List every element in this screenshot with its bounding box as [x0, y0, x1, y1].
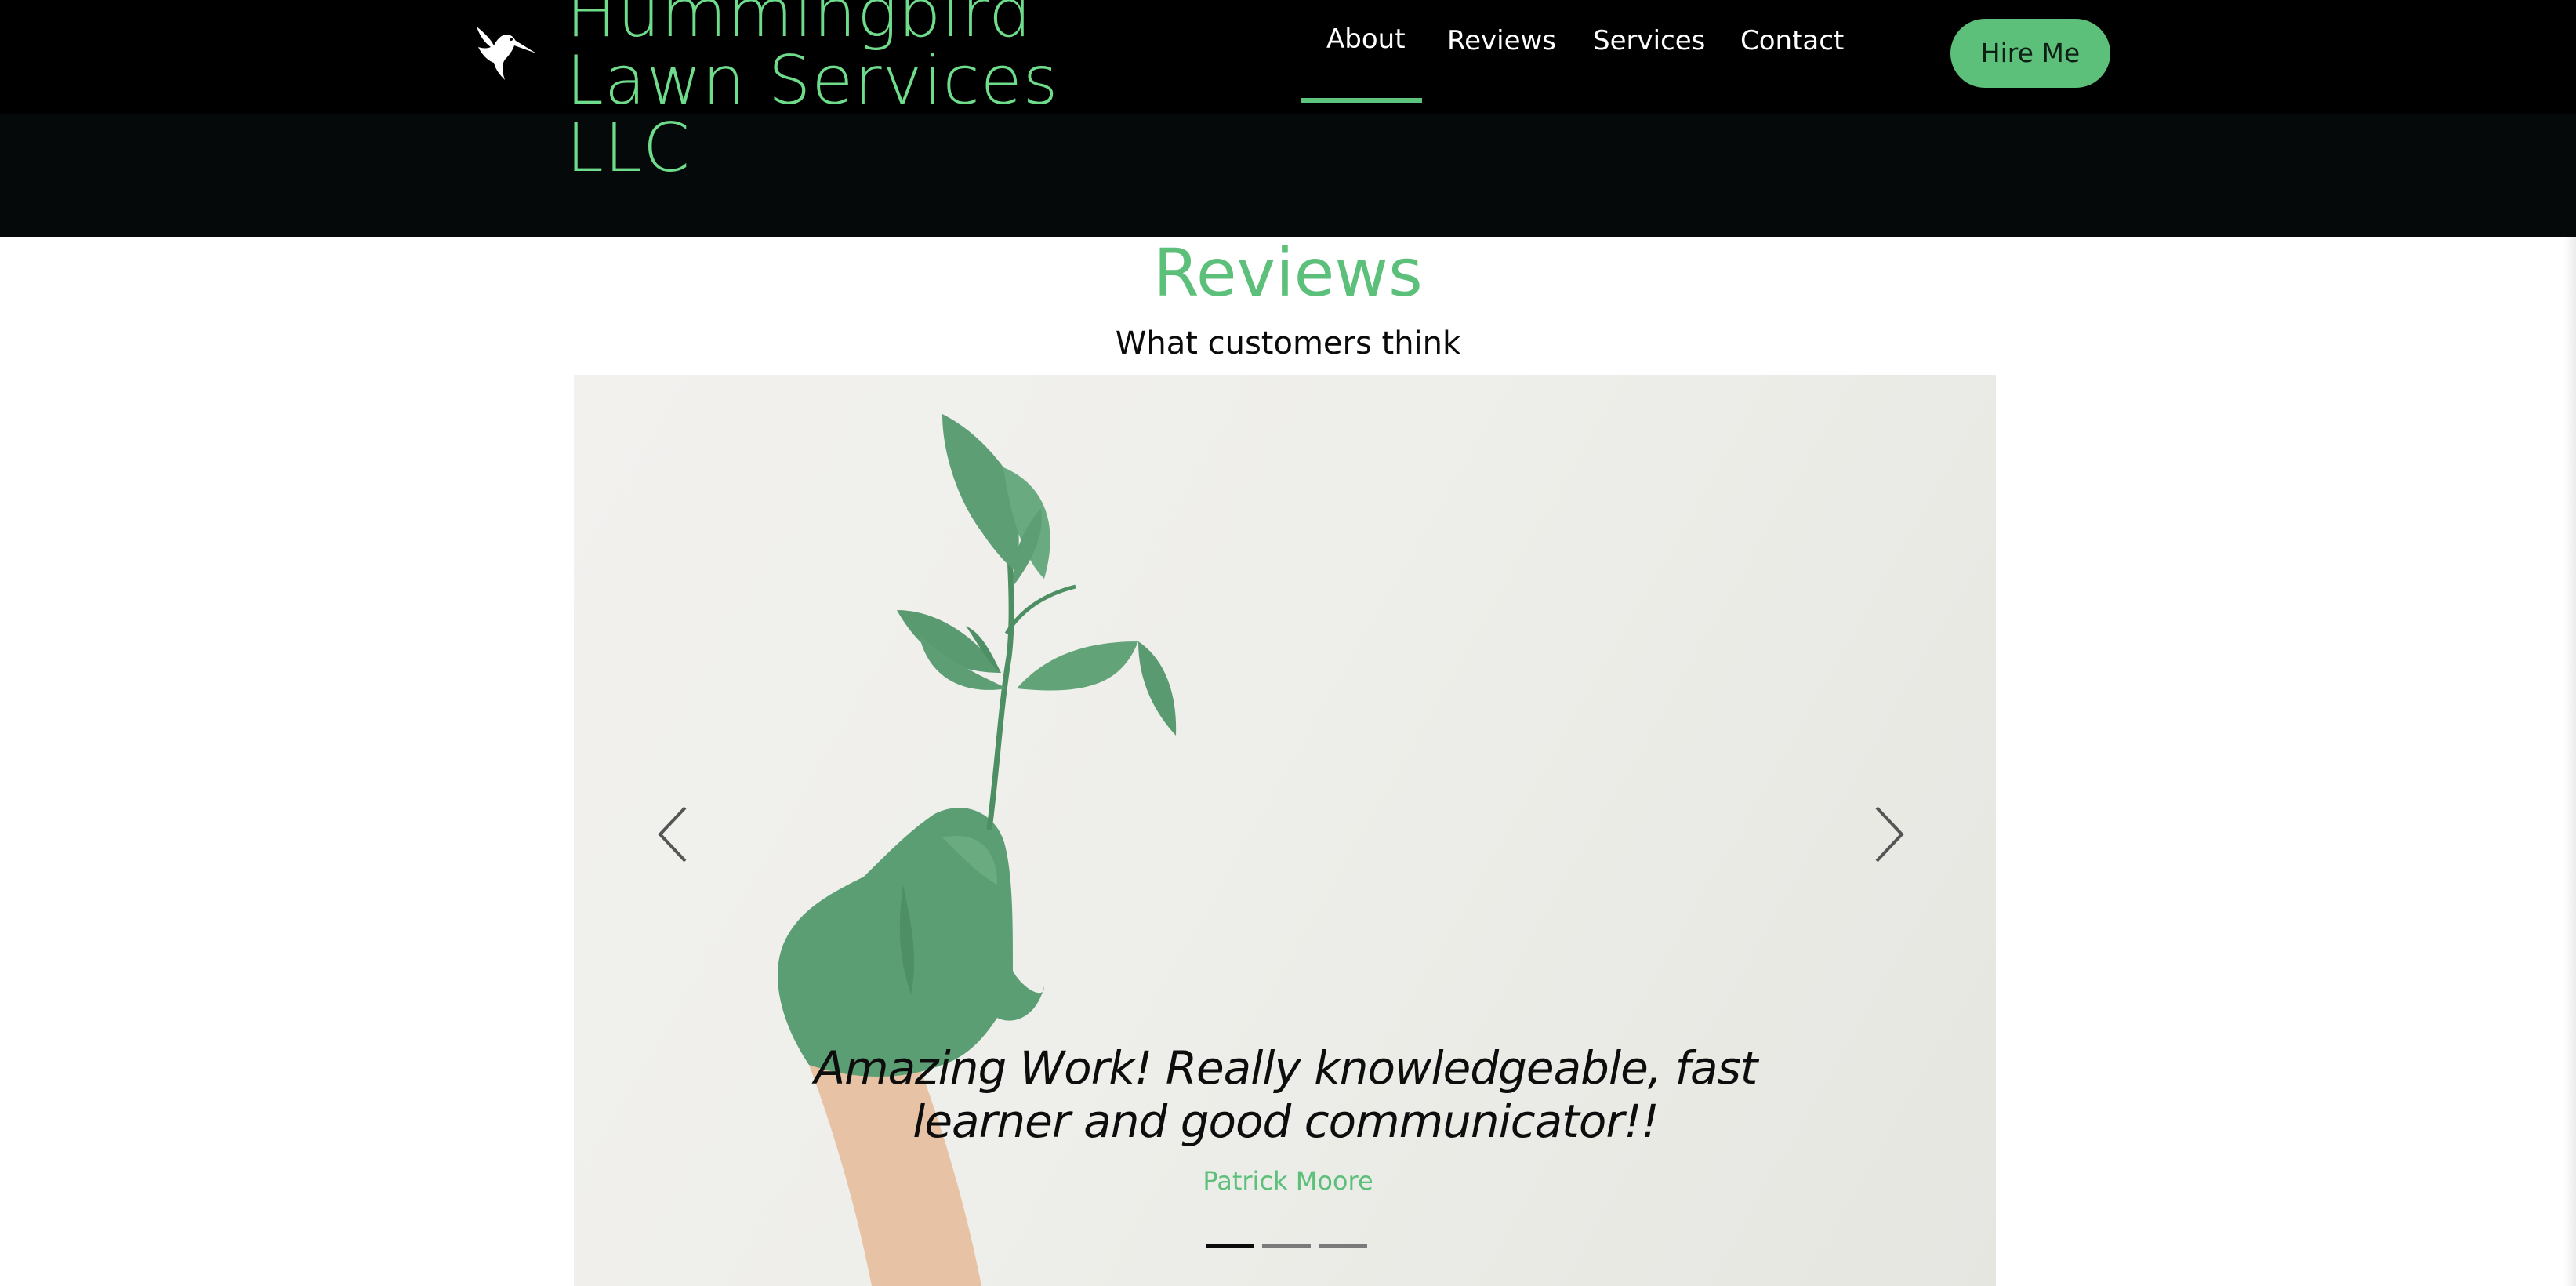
nav-item-services[interactable]: Services [1593, 24, 1705, 58]
nav-item-about[interactable]: About [1326, 22, 1406, 56]
nav-active-indicator [1301, 98, 1422, 103]
review-quote: Amazing Work! Really knowledgeable, fast… [784, 1041, 1787, 1148]
section-subtitle: What customers think [1115, 325, 1461, 361]
chevron-right-icon[interactable] [1866, 803, 1913, 866]
nav-item-reviews[interactable]: Reviews [1447, 24, 1556, 58]
section-title: Reviews [1153, 234, 1423, 311]
slide-indicator-3[interactable] [1319, 1244, 1367, 1248]
review-quote-line1: Amazing Work! Really knowledgeable, fast [814, 1041, 1758, 1095]
brand-name-line2: Lawn Services LLC [566, 42, 1059, 187]
header-banner-strip [0, 114, 2576, 237]
hire-me-button[interactable]: Hire Me [1950, 19, 2110, 88]
brand-name[interactable]: Hummingbird Lawn Services LLC [566, 0, 1177, 182]
brand-name-line1: Hummingbird [566, 0, 1032, 53]
review-author: Patrick Moore [1203, 1166, 1373, 1196]
nav-item-contact[interactable]: Contact [1740, 24, 1844, 58]
review-slider[interactable] [574, 375, 1996, 1286]
slide-indicator-2[interactable] [1262, 1244, 1311, 1248]
site-header [0, 0, 2576, 114]
review-quote-line2: learner and good communicator!! [912, 1095, 1660, 1148]
chevron-left-icon[interactable] [649, 803, 696, 866]
slide-indicator-1[interactable] [1206, 1244, 1254, 1248]
hummingbird-icon[interactable] [475, 24, 539, 91]
hand-holding-plant-image [778, 414, 1177, 1286]
page-edge-shadow [2563, 237, 2576, 1286]
